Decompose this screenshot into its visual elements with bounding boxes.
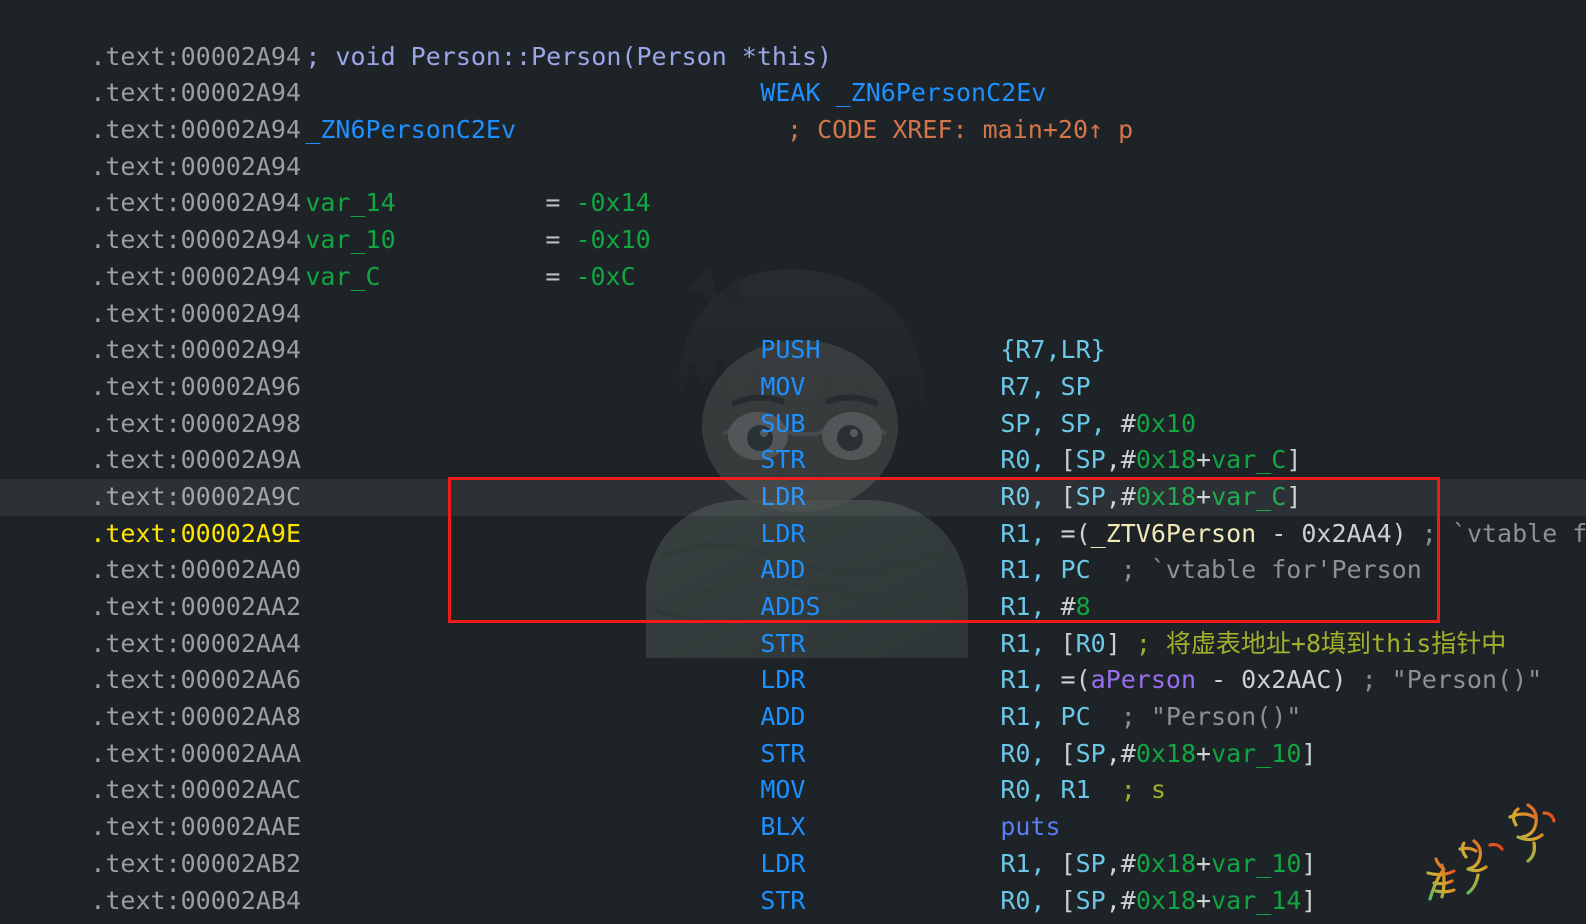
- code-line-instruction[interactable]: .text:00002A96 MOV R7, SP: [0, 332, 1586, 401]
- code-line-instruction[interactable]: .text:00002A94 PUSH {R7,LR}: [0, 296, 1586, 364]
- code-line-stackvar[interactable]: .text:00002A94 var_10 = -0x10: [0, 185, 1586, 254]
- code-line-instruction[interactable]: .text:00002AA4 STR R1, [R0] ; 将虚表地址+8填到thi…: [0, 589, 1586, 658]
- code-line-instruction[interactable]: .text:00002A9A STR R0, [SP,#0x18+var_C]: [0, 406, 1586, 474]
- code-line-blank[interactable]: .text:00002A94: [0, 259, 1586, 328]
- code-line-instruction[interactable]: .text:00002AB6MOVR0, R1: [0, 883, 1586, 924]
- code-line-instruction[interactable]: .text:00002AA0 ADD R1, PC ; `vtable for'Pe…: [0, 516, 1586, 584]
- code-line-instruction[interactable]: .text:00002AA8 ADD R1, PC ; "Person()": [0, 662, 1586, 731]
- code-line-instruction[interactable]: .text:00002AAE BLX puts: [0, 772, 1586, 841]
- disassembly-listing[interactable]: .text:00002A94; void Person::Person(Pers…: [0, 0, 1586, 924]
- code-line-label[interactable]: .text:00002A94 _ZN6PersonC2Ev ; CODE XREF…: [0, 75, 1586, 144]
- code-line-instruction[interactable]: .text:00002AA6 LDR R1, =(aPerson - 0x2AAC)…: [0, 626, 1586, 694]
- instruction-mnemonic[interactable]: MOV: [760, 919, 1000, 924]
- line-address: .text:00002AB6: [90, 919, 305, 924]
- code-line-stackvar[interactable]: .text:00002A94 var_14 = -0x14: [0, 149, 1586, 217]
- code-line-instruction[interactable]: .text:00002AB4 STR R0, [SP,#0x18+var_14]: [0, 846, 1586, 915]
- code-line-instruction[interactable]: .text:00002AAA STR R0, [SP,#0x18+var_10]: [0, 699, 1586, 768]
- code-line-blank[interactable]: .text:00002A94: [0, 112, 1586, 181]
- code-line-stackvar[interactable]: .text:00002A94 var_C = -0xC: [0, 222, 1586, 291]
- code-line-instruction[interactable]: .text:00002AB2 LDR R1, [SP,#0x18+var_10]: [0, 809, 1586, 878]
- code-line-prototype[interactable]: .text:00002A94; void Person::Person(Pers…: [0, 2, 1586, 71]
- disassembly-window[interactable]: .text:00002A94; void Person::Person(Pers…: [0, 0, 1586, 924]
- code-line-instruction[interactable]: .text:00002A98 SUB SP, SP, #0x10: [0, 369, 1586, 438]
- code-line-instruction[interactable]: .text:00002AA2 ADDS R1, #8: [0, 552, 1586, 621]
- code-line-instruction[interactable]: .text:00002A9C LDR R0, [SP,#0x18+var_C]: [0, 442, 1586, 511]
- code-line-instruction[interactable]: .text:00002AAC MOV R0, R1 ; s: [0, 736, 1586, 804]
- code-line-instruction-selected[interactable]: .text:00002A9E LDR R1, =(_ZTV6Person - 0x2…: [0, 478, 1586, 548]
- code-line-weak[interactable]: .text:00002A94 WEAK _ZN6PersonC2Ev: [0, 39, 1586, 107]
